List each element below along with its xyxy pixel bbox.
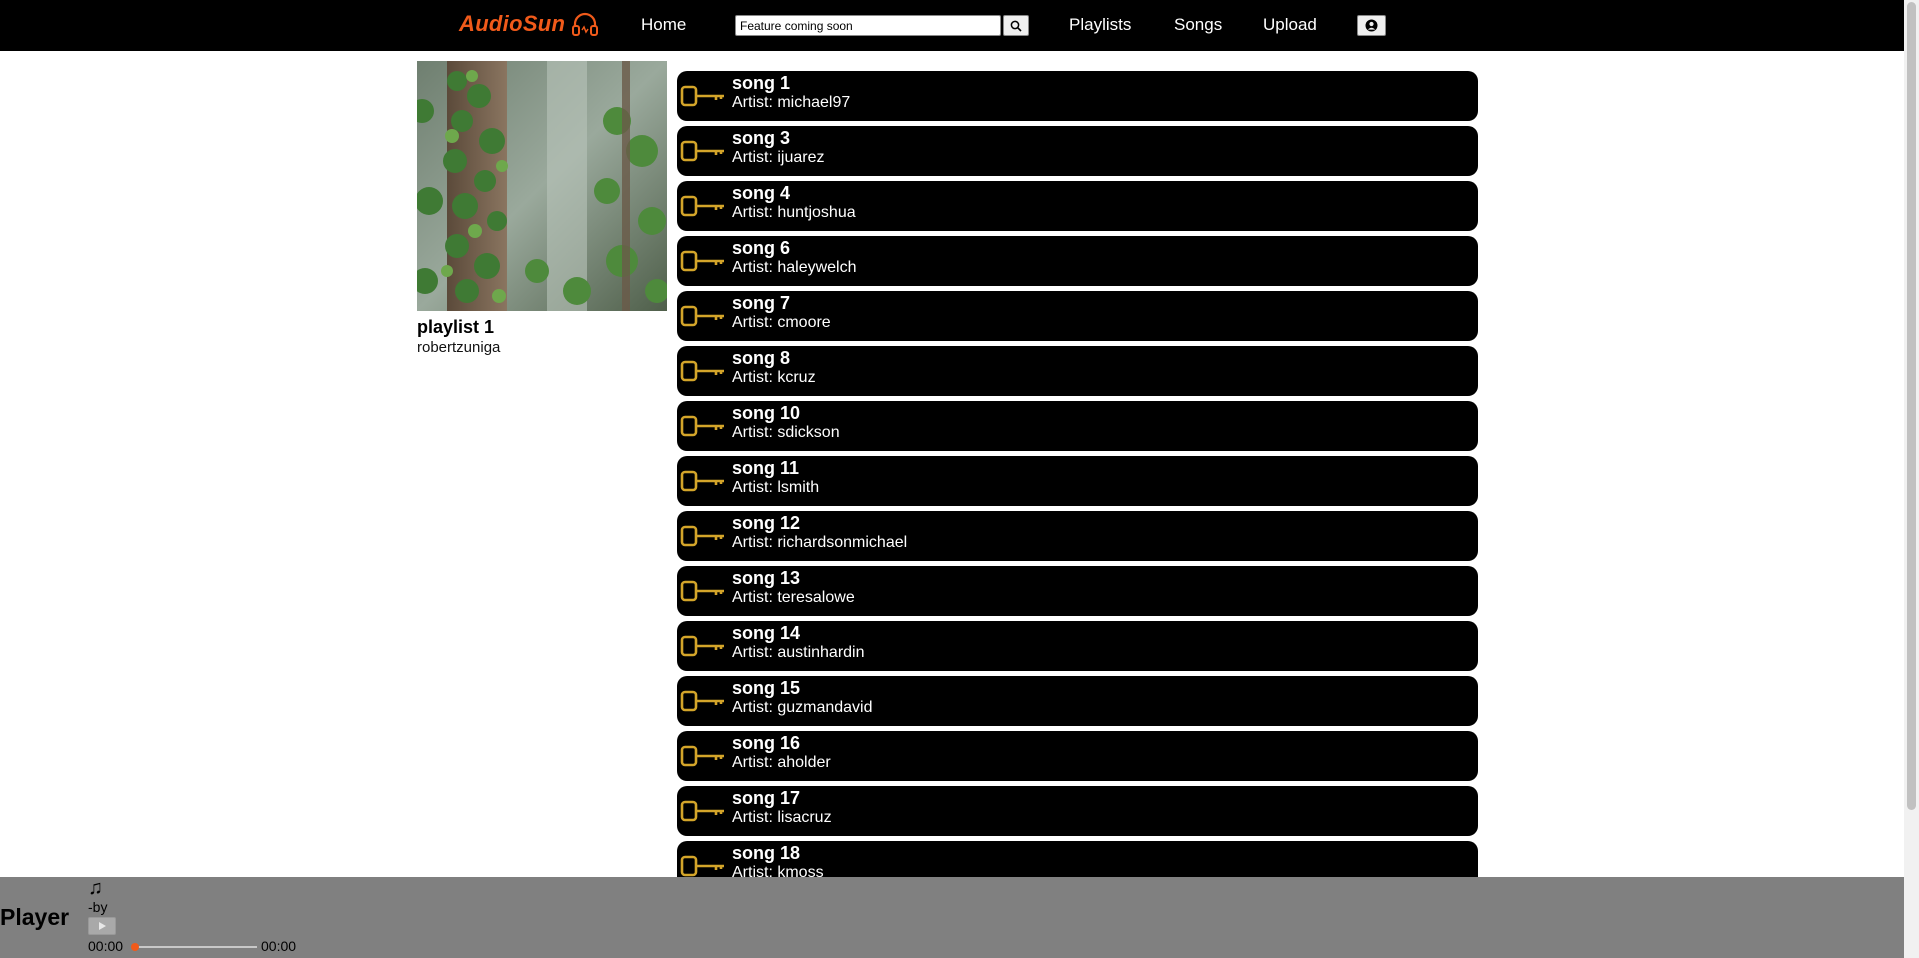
key-icon [680,800,724,822]
song-artist: Artist: austinhardin [732,644,865,661]
song-title: song 15 [732,678,801,698]
key-icon [680,415,724,437]
song-row[interactable]: song 17 Artist: lisacruz [677,786,1478,836]
song-title: song 7 [732,293,791,313]
song-list: song 1 Artist: michael97 song 3 Artist: … [677,71,1478,896]
song-row[interactable]: song 7 Artist: cmoore [677,291,1478,341]
key-icon [680,745,724,767]
search-icon [1010,20,1022,32]
song-row[interactable]: song 8 Artist: kcruz [677,346,1478,396]
song-artist: Artist: lsmith [732,479,820,496]
key-icon [680,140,724,162]
nav-songs-link[interactable]: Songs [1174,15,1222,35]
song-row[interactable]: song 1 Artist: michael97 [677,71,1478,121]
nav-home-link[interactable]: Home [641,15,686,35]
song-row[interactable]: song 16 Artist: aholder [677,731,1478,781]
song-row[interactable]: song 4 Artist: huntjoshua [677,181,1478,231]
song-artist: Artist: cmoore [732,314,831,331]
key-icon [680,580,724,602]
song-row[interactable]: song 14 Artist: austinhardin [677,621,1478,671]
music-note-icon: ♫ [88,877,103,899]
song-artist: Artist: lisacruz [732,809,832,826]
song-title: song 13 [732,568,801,588]
song-title: song 17 [732,788,801,808]
song-row[interactable]: song 15 Artist: guzmandavid [677,676,1478,726]
player-track-info: -by [88,899,108,915]
song-title: song 3 [732,128,791,148]
song-row[interactable]: song 6 Artist: haleywelch [677,236,1478,286]
song-row[interactable]: song 11 Artist: lsmith [677,456,1478,506]
song-artist: Artist: michael97 [732,94,851,111]
brand-name: AudioSun [459,11,566,36]
song-artist: Artist: aholder [732,754,831,771]
key-icon [680,85,724,107]
key-icon [680,250,724,272]
top-navbar: AudioSun Home Playlists Songs Upload [0,0,1904,51]
key-icon [680,855,724,877]
song-artist: Artist: teresalowe [732,589,855,606]
search-input[interactable] [735,15,1001,36]
song-title: song 16 [732,733,801,753]
song-row[interactable]: song 12 Artist: richardsonmichael [677,511,1478,561]
key-icon [680,305,724,327]
song-title: song 18 [732,843,801,863]
search-bar [735,15,1029,36]
play-button[interactable] [88,917,116,935]
brand-logo[interactable]: AudioSun [459,10,599,38]
seek-slider[interactable] [131,943,257,951]
song-row[interactable]: song 13 Artist: teresalowe [677,566,1478,616]
user-circle-icon [1365,19,1378,32]
page-scrollbar[interactable] [1904,0,1919,958]
nav-upload-link[interactable]: Upload [1263,15,1317,35]
playlist-title: playlist 1 [417,317,495,337]
scrollbar-thumb[interactable] [1907,2,1916,810]
nav-playlists-link[interactable]: Playlists [1069,15,1131,35]
song-title: song 6 [732,238,791,258]
song-row[interactable]: song 10 Artist: sdickson [677,401,1478,451]
search-button[interactable] [1003,15,1029,36]
key-icon [680,470,724,492]
key-icon [680,635,724,657]
song-artist: Artist: sdickson [732,424,840,441]
account-button[interactable] [1357,15,1386,36]
total-time: 00:00 [261,938,297,954]
song-title: song 14 [732,623,801,643]
song-title: song 11 [732,458,800,478]
headphones-icon [571,10,599,38]
song-artist: Artist: haleywelch [732,259,857,276]
song-title: song 8 [732,348,791,368]
song-title: song 12 [732,513,801,533]
song-row[interactable]: song 3 Artist: ijuarez [677,126,1478,176]
song-title: song 4 [732,183,791,203]
playlist-owner[interactable]: robertzuniga [417,339,500,356]
player-label: Player [0,904,70,930]
play-icon [99,922,106,930]
player-bar: Player ♫ -by 00:00 00:00 [0,877,1904,958]
key-icon [680,195,724,217]
playlist-cover-image [417,61,667,311]
song-title: song 10 [732,403,801,423]
song-artist: Artist: huntjoshua [732,204,856,221]
current-time: 00:00 [88,938,124,954]
key-icon [680,525,724,547]
song-artist: Artist: guzmandavid [732,699,873,716]
song-artist: Artist: ijuarez [732,149,825,166]
song-artist: Artist: richardsonmichael [732,534,908,551]
key-icon [680,690,724,712]
song-artist: Artist: kcruz [732,369,816,386]
seek-thumb[interactable] [131,943,139,951]
song-title: song 1 [732,73,791,93]
key-icon [680,360,724,382]
